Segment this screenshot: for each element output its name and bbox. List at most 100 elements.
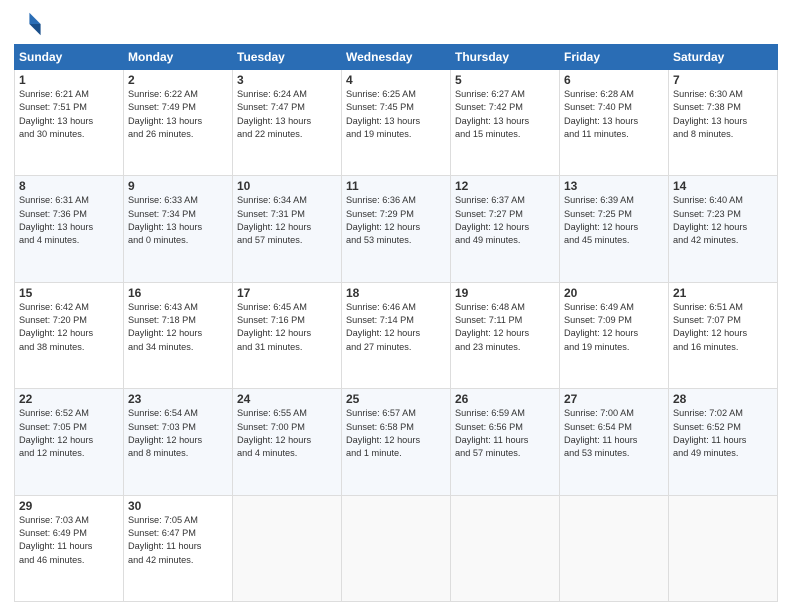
day-number: 2: [128, 73, 228, 87]
cell-daylight-text: Sunrise: 6:49 AM Sunset: 7:09 PM Dayligh…: [564, 301, 664, 354]
header: [14, 10, 778, 38]
day-number: 11: [346, 179, 446, 193]
cell-daylight-text: Sunrise: 6:33 AM Sunset: 7:34 PM Dayligh…: [128, 194, 228, 247]
cell-daylight-text: Sunrise: 6:52 AM Sunset: 7:05 PM Dayligh…: [19, 407, 119, 460]
cell-daylight-text: Sunrise: 6:34 AM Sunset: 7:31 PM Dayligh…: [237, 194, 337, 247]
day-number: 5: [455, 73, 555, 87]
day-number: 9: [128, 179, 228, 193]
day-number: 23: [128, 392, 228, 406]
calendar-cell: 16Sunrise: 6:43 AM Sunset: 7:18 PM Dayli…: [124, 282, 233, 388]
cell-daylight-text: Sunrise: 6:21 AM Sunset: 7:51 PM Dayligh…: [19, 88, 119, 141]
day-number: 16: [128, 286, 228, 300]
calendar-week-row: 8Sunrise: 6:31 AM Sunset: 7:36 PM Daylig…: [15, 176, 778, 282]
calendar-cell: [669, 495, 778, 601]
day-number: 20: [564, 286, 664, 300]
calendar-week-row: 15Sunrise: 6:42 AM Sunset: 7:20 PM Dayli…: [15, 282, 778, 388]
calendar-week-row: 22Sunrise: 6:52 AM Sunset: 7:05 PM Dayli…: [15, 389, 778, 495]
day-number: 27: [564, 392, 664, 406]
day-header-monday: Monday: [124, 45, 233, 70]
day-header-wednesday: Wednesday: [342, 45, 451, 70]
day-number: 17: [237, 286, 337, 300]
calendar-week-row: 29Sunrise: 7:03 AM Sunset: 6:49 PM Dayli…: [15, 495, 778, 601]
day-number: 19: [455, 286, 555, 300]
day-number: 29: [19, 499, 119, 513]
calendar-week-row: 1Sunrise: 6:21 AM Sunset: 7:51 PM Daylig…: [15, 70, 778, 176]
calendar-cell: 14Sunrise: 6:40 AM Sunset: 7:23 PM Dayli…: [669, 176, 778, 282]
calendar-cell: 17Sunrise: 6:45 AM Sunset: 7:16 PM Dayli…: [233, 282, 342, 388]
calendar-cell: 24Sunrise: 6:55 AM Sunset: 7:00 PM Dayli…: [233, 389, 342, 495]
day-header-saturday: Saturday: [669, 45, 778, 70]
cell-daylight-text: Sunrise: 6:48 AM Sunset: 7:11 PM Dayligh…: [455, 301, 555, 354]
cell-daylight-text: Sunrise: 6:39 AM Sunset: 7:25 PM Dayligh…: [564, 194, 664, 247]
calendar-cell: 3Sunrise: 6:24 AM Sunset: 7:47 PM Daylig…: [233, 70, 342, 176]
calendar-cell: 20Sunrise: 6:49 AM Sunset: 7:09 PM Dayli…: [560, 282, 669, 388]
day-number: 14: [673, 179, 773, 193]
cell-daylight-text: Sunrise: 6:24 AM Sunset: 7:47 PM Dayligh…: [237, 88, 337, 141]
cell-daylight-text: Sunrise: 6:22 AM Sunset: 7:49 PM Dayligh…: [128, 88, 228, 141]
cell-daylight-text: Sunrise: 6:30 AM Sunset: 7:38 PM Dayligh…: [673, 88, 773, 141]
calendar-cell: 19Sunrise: 6:48 AM Sunset: 7:11 PM Dayli…: [451, 282, 560, 388]
day-header-thursday: Thursday: [451, 45, 560, 70]
cell-daylight-text: Sunrise: 7:05 AM Sunset: 6:47 PM Dayligh…: [128, 514, 228, 567]
day-header-friday: Friday: [560, 45, 669, 70]
calendar-cell: 26Sunrise: 6:59 AM Sunset: 6:56 PM Dayli…: [451, 389, 560, 495]
day-number: 4: [346, 73, 446, 87]
calendar-cell: 6Sunrise: 6:28 AM Sunset: 7:40 PM Daylig…: [560, 70, 669, 176]
calendar-header-row: SundayMondayTuesdayWednesdayThursdayFrid…: [15, 45, 778, 70]
calendar-cell: [342, 495, 451, 601]
day-header-tuesday: Tuesday: [233, 45, 342, 70]
calendar-cell: 2Sunrise: 6:22 AM Sunset: 7:49 PM Daylig…: [124, 70, 233, 176]
day-number: 10: [237, 179, 337, 193]
day-number: 6: [564, 73, 664, 87]
cell-daylight-text: Sunrise: 6:45 AM Sunset: 7:16 PM Dayligh…: [237, 301, 337, 354]
cell-daylight-text: Sunrise: 6:55 AM Sunset: 7:00 PM Dayligh…: [237, 407, 337, 460]
calendar-cell: 8Sunrise: 6:31 AM Sunset: 7:36 PM Daylig…: [15, 176, 124, 282]
cell-daylight-text: Sunrise: 6:59 AM Sunset: 6:56 PM Dayligh…: [455, 407, 555, 460]
day-number: 30: [128, 499, 228, 513]
day-number: 12: [455, 179, 555, 193]
calendar-cell: 22Sunrise: 6:52 AM Sunset: 7:05 PM Dayli…: [15, 389, 124, 495]
day-header-sunday: Sunday: [15, 45, 124, 70]
day-number: 15: [19, 286, 119, 300]
calendar-cell: 13Sunrise: 6:39 AM Sunset: 7:25 PM Dayli…: [560, 176, 669, 282]
calendar-cell: 11Sunrise: 6:36 AM Sunset: 7:29 PM Dayli…: [342, 176, 451, 282]
calendar-cell: 27Sunrise: 7:00 AM Sunset: 6:54 PM Dayli…: [560, 389, 669, 495]
day-number: 24: [237, 392, 337, 406]
logo: [14, 10, 46, 38]
calendar-table: SundayMondayTuesdayWednesdayThursdayFrid…: [14, 44, 778, 602]
day-number: 13: [564, 179, 664, 193]
calendar-cell: 18Sunrise: 6:46 AM Sunset: 7:14 PM Dayli…: [342, 282, 451, 388]
day-number: 28: [673, 392, 773, 406]
calendar-cell: [233, 495, 342, 601]
calendar-cell: [560, 495, 669, 601]
day-number: 1: [19, 73, 119, 87]
cell-daylight-text: Sunrise: 6:25 AM Sunset: 7:45 PM Dayligh…: [346, 88, 446, 141]
cell-daylight-text: Sunrise: 6:28 AM Sunset: 7:40 PM Dayligh…: [564, 88, 664, 141]
calendar-cell: 12Sunrise: 6:37 AM Sunset: 7:27 PM Dayli…: [451, 176, 560, 282]
calendar-cell: 5Sunrise: 6:27 AM Sunset: 7:42 PM Daylig…: [451, 70, 560, 176]
day-number: 22: [19, 392, 119, 406]
day-number: 18: [346, 286, 446, 300]
cell-daylight-text: Sunrise: 7:03 AM Sunset: 6:49 PM Dayligh…: [19, 514, 119, 567]
cell-daylight-text: Sunrise: 7:02 AM Sunset: 6:52 PM Dayligh…: [673, 407, 773, 460]
cell-daylight-text: Sunrise: 6:42 AM Sunset: 7:20 PM Dayligh…: [19, 301, 119, 354]
logo-icon: [14, 10, 42, 38]
calendar-cell: 10Sunrise: 6:34 AM Sunset: 7:31 PM Dayli…: [233, 176, 342, 282]
cell-daylight-text: Sunrise: 7:00 AM Sunset: 6:54 PM Dayligh…: [564, 407, 664, 460]
calendar-cell: 21Sunrise: 6:51 AM Sunset: 7:07 PM Dayli…: [669, 282, 778, 388]
cell-daylight-text: Sunrise: 6:57 AM Sunset: 6:58 PM Dayligh…: [346, 407, 446, 460]
calendar-cell: 30Sunrise: 7:05 AM Sunset: 6:47 PM Dayli…: [124, 495, 233, 601]
calendar-cell: 23Sunrise: 6:54 AM Sunset: 7:03 PM Dayli…: [124, 389, 233, 495]
calendar-cell: 4Sunrise: 6:25 AM Sunset: 7:45 PM Daylig…: [342, 70, 451, 176]
cell-daylight-text: Sunrise: 6:27 AM Sunset: 7:42 PM Dayligh…: [455, 88, 555, 141]
day-number: 8: [19, 179, 119, 193]
day-number: 7: [673, 73, 773, 87]
calendar-cell: 7Sunrise: 6:30 AM Sunset: 7:38 PM Daylig…: [669, 70, 778, 176]
calendar-cell: 1Sunrise: 6:21 AM Sunset: 7:51 PM Daylig…: [15, 70, 124, 176]
calendar-cell: 9Sunrise: 6:33 AM Sunset: 7:34 PM Daylig…: [124, 176, 233, 282]
cell-daylight-text: Sunrise: 6:37 AM Sunset: 7:27 PM Dayligh…: [455, 194, 555, 247]
day-number: 26: [455, 392, 555, 406]
cell-daylight-text: Sunrise: 6:40 AM Sunset: 7:23 PM Dayligh…: [673, 194, 773, 247]
day-number: 25: [346, 392, 446, 406]
calendar-cell: 29Sunrise: 7:03 AM Sunset: 6:49 PM Dayli…: [15, 495, 124, 601]
